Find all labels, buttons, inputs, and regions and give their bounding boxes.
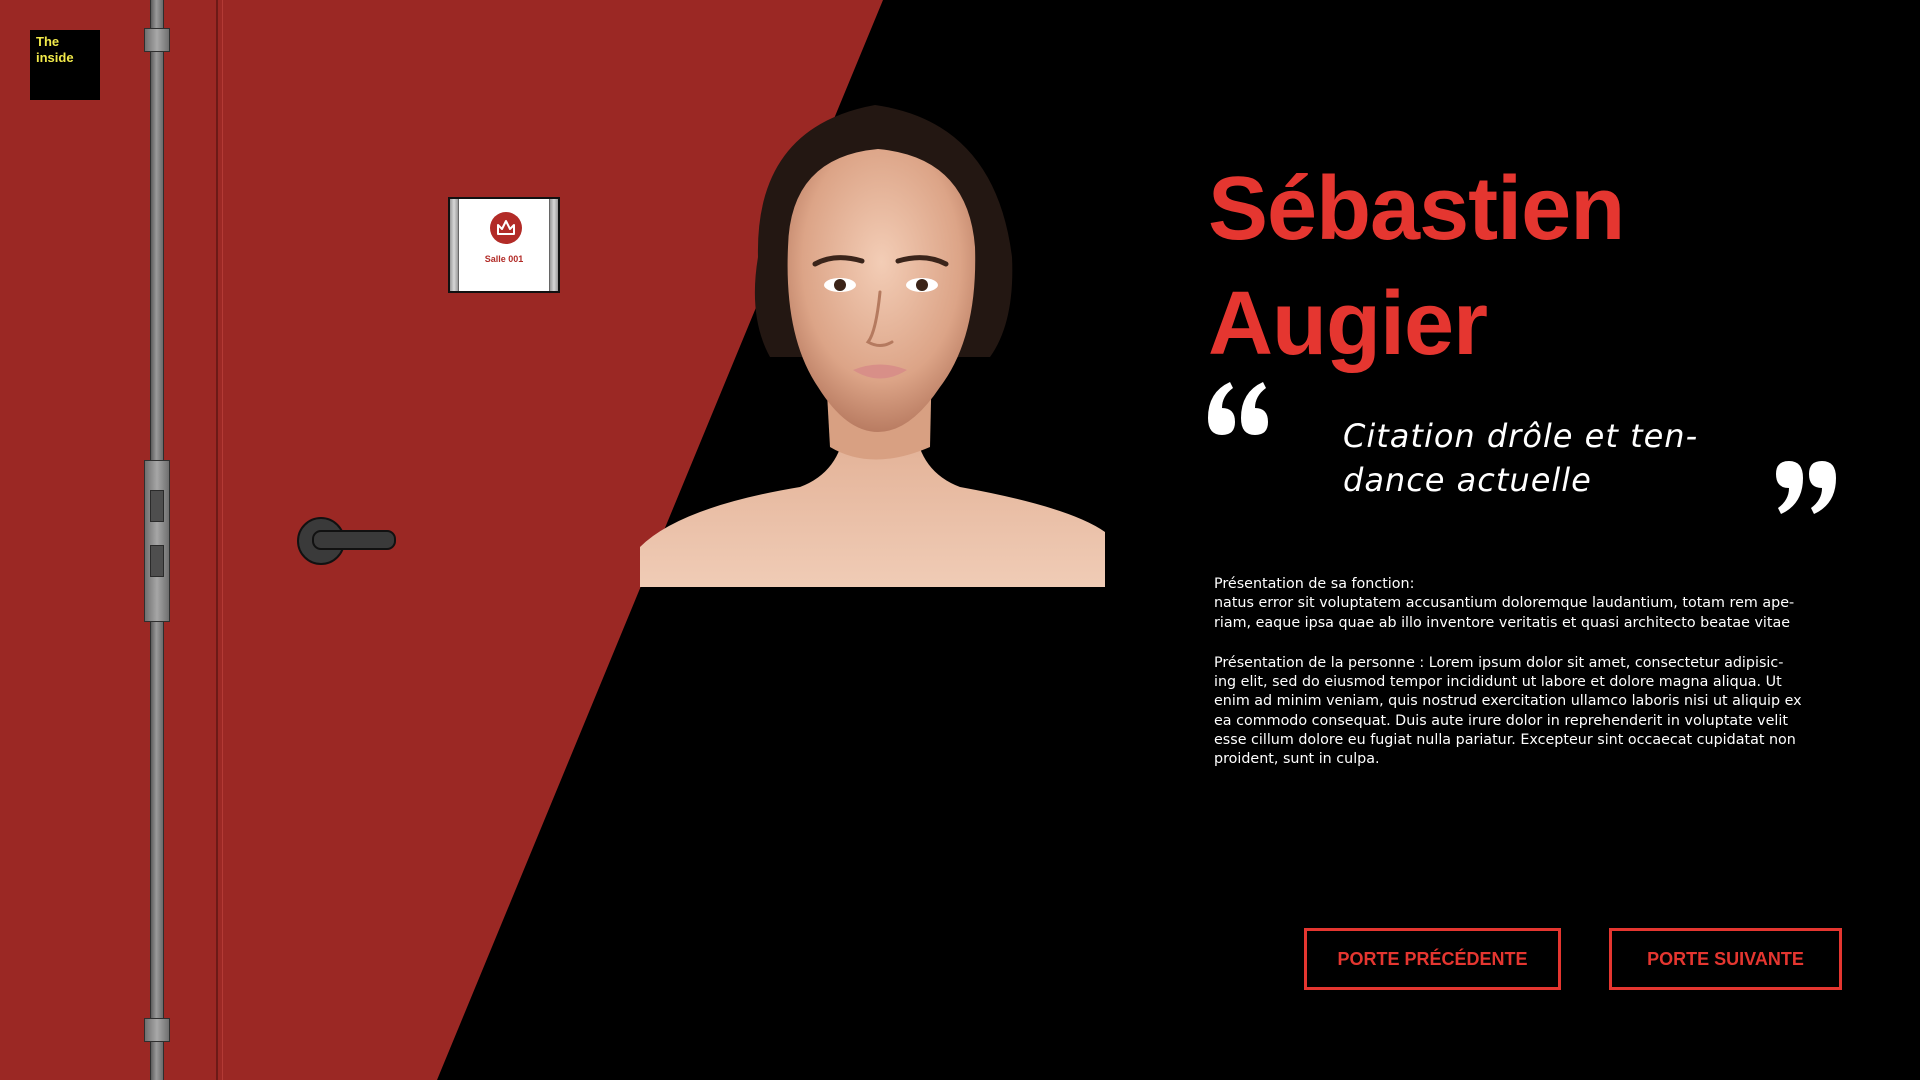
quote-close-icon	[1776, 461, 1836, 514]
stage: Salle 001 The inside Sébastien Augier Ci…	[0, 0, 1920, 1080]
quote-line: Citation drôle et ten-	[1343, 417, 1699, 455]
bio-text-line: Présentation de la personne : Lorem ipsu…	[1214, 654, 1784, 671]
quote-open-icon	[1208, 382, 1268, 435]
quote-text: Citation drôle et ten- dance actuelle	[1343, 414, 1763, 502]
previous-door-button[interactable]: PORTE PRÉCÉDENTE	[1304, 928, 1561, 990]
function-heading: Présentation de sa fonction:	[1214, 576, 1415, 592]
bio-section: Présentation de sa fonction: natus error…	[1214, 575, 1874, 770]
bio-text-line: proident, sunt in culpa.	[1214, 751, 1380, 768]
next-door-button[interactable]: PORTE SUIVANTE	[1609, 928, 1842, 990]
brand-logo[interactable]: The inside	[30, 30, 100, 100]
door-frame-line	[216, 0, 218, 1080]
door-frame-highlight	[222, 0, 223, 1080]
door-handle-icon[interactable]	[312, 530, 396, 550]
rod-bracket-bottom	[144, 1018, 170, 1042]
lock-slot	[150, 490, 164, 522]
room-label: Salle 001	[484, 254, 524, 264]
logo-text-line2: inside	[36, 50, 74, 65]
quote-line: dance actuelle	[1343, 461, 1592, 499]
person-name: Sébastien Augier	[1208, 152, 1808, 382]
crown-icon	[490, 212, 522, 244]
logo-text-line1: The	[36, 34, 60, 49]
portrait-image	[640, 105, 1105, 587]
rod-bracket-top	[144, 28, 170, 52]
person-first-name: Sébastien	[1208, 159, 1625, 259]
bio-text-line: enim ad minim veniam, quis nostrud exerc…	[1214, 693, 1802, 710]
bio-text-line: esse cillum dolore eu fugiat nulla paria…	[1214, 732, 1796, 749]
room-sign: Salle 001	[448, 197, 560, 293]
person-last-name: Augier	[1208, 274, 1488, 374]
lock-slot	[150, 545, 164, 577]
function-text-line: riam, eaque ipsa quae ab illo inventore …	[1214, 614, 1791, 631]
lock-body	[144, 460, 170, 622]
bio-text-line: ing elit, sed do eiusmod tempor incididu…	[1214, 674, 1782, 691]
function-text-line: natus error sit voluptatem accusantium d…	[1214, 595, 1795, 612]
bio-text-line: ea commodo consequat. Duis aute irure do…	[1214, 712, 1788, 729]
